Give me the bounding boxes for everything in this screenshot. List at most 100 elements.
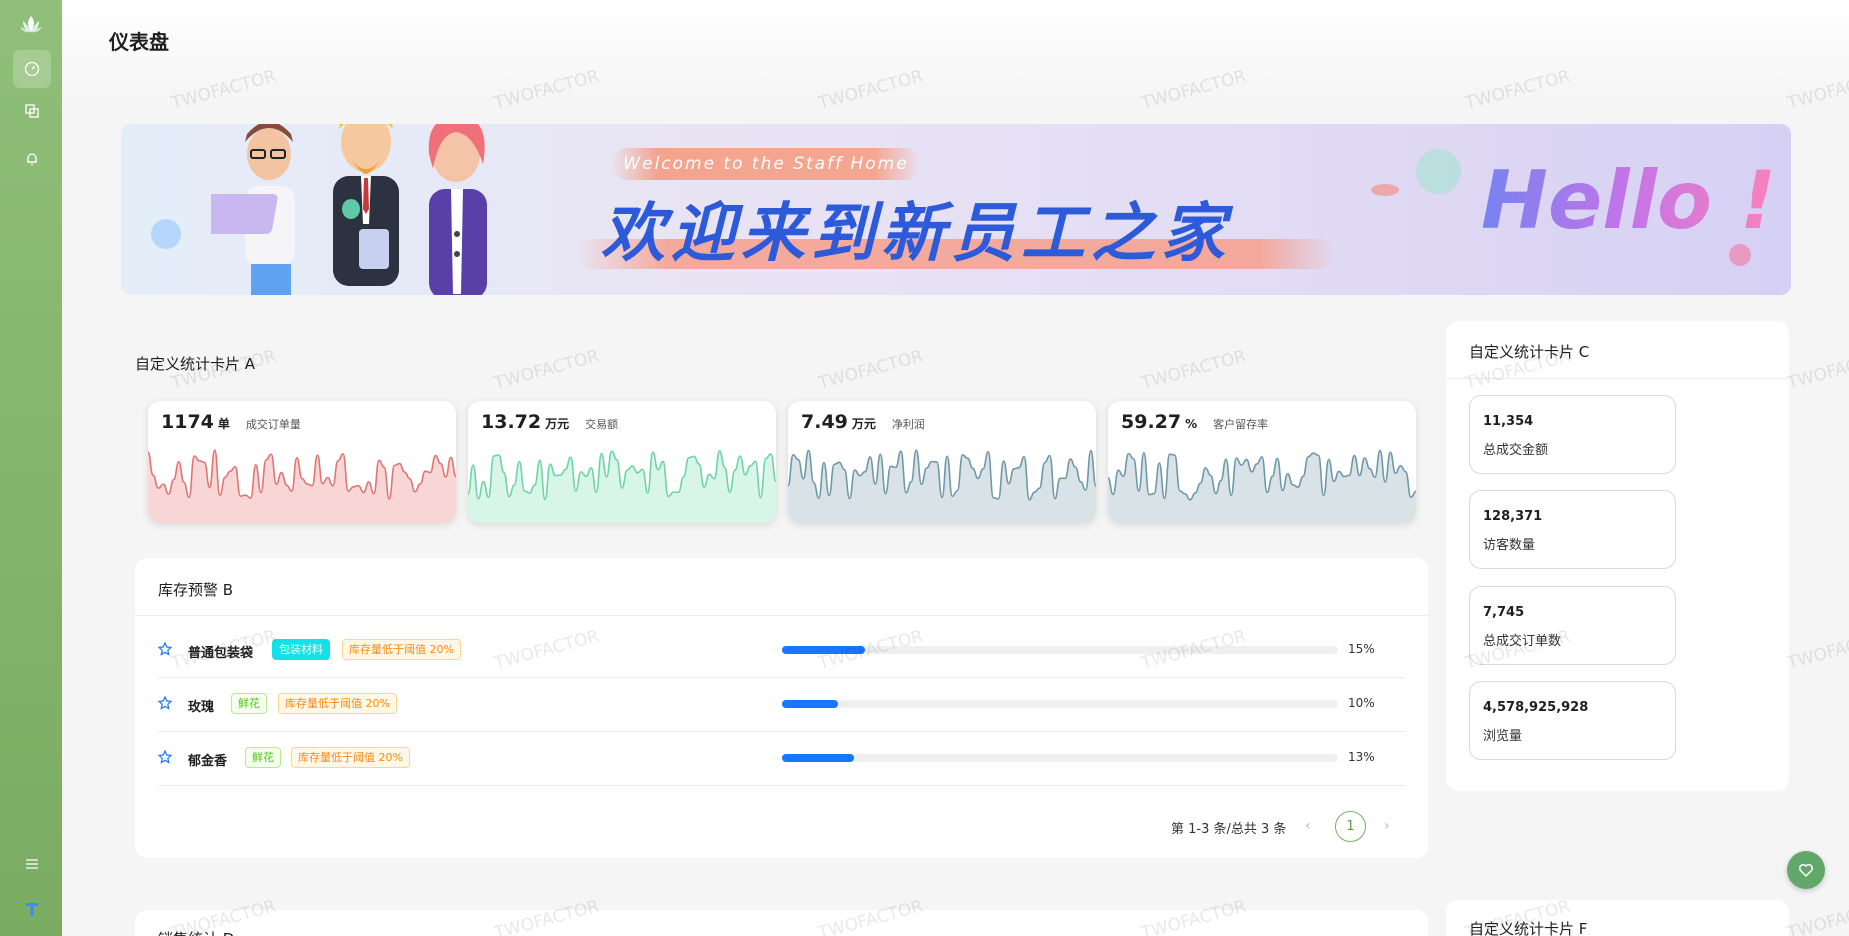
- pagination-prev-button[interactable]: ‹: [1305, 818, 1311, 834]
- card-c-title: 自定义统计卡片 C: [1469, 343, 1590, 361]
- sidebar: [0, 0, 62, 936]
- stat-label: 成交订单量: [245, 418, 301, 431]
- bell-icon: [27, 153, 37, 166]
- divider: [135, 615, 1428, 616]
- page-title: 仪表盘: [109, 30, 169, 54]
- decor-bubble: [1416, 149, 1461, 194]
- sparkline-area: [148, 450, 456, 523]
- gauge-icon: [24, 61, 40, 77]
- stat-label: 浏览量: [1483, 729, 1523, 744]
- warning-tag: 库存量低于阈值 20%: [291, 747, 410, 768]
- stock-name: 玫瑰: [188, 700, 215, 715]
- warning-tag: 库存量低于阈值 20%: [278, 693, 397, 714]
- stat-tile: 7,745 总成交订单数: [1469, 586, 1676, 665]
- stock-progress: [782, 646, 1338, 654]
- stat-label: 总成交金额: [1483, 443, 1549, 458]
- sparkline-area: [1108, 450, 1416, 523]
- banner-welcome-text: Welcome to the Staff Home: [611, 148, 921, 180]
- banner-title: 欢迎来到新员工之家: [601, 197, 1231, 271]
- pagination-summary: 第 1-3 条/总共 3 条: [1171, 822, 1287, 837]
- brand-t-icon: [26, 903, 38, 916]
- watermark-text: TWOFACTOR: [1785, 346, 1849, 394]
- stat-tile: 11,354 总成交金额: [1469, 395, 1676, 474]
- watermark-text: TWOFACTOR: [1785, 896, 1849, 936]
- category-tag: 鲜花: [245, 747, 281, 768]
- stat-unit: 单: [217, 417, 230, 431]
- pagination-next-button[interactable]: ›: [1384, 818, 1390, 834]
- stat-card: 7.49 万元 净利润: [788, 401, 1096, 523]
- stat-label: 总成交订单数: [1483, 634, 1562, 649]
- card-a-title: 自定义统计卡片 A: [135, 355, 256, 373]
- stat-value: 13.72: [481, 411, 542, 433]
- decor-bubble: [1371, 184, 1399, 196]
- stat-value: 128,371: [1483, 509, 1543, 524]
- stat-label: 交易额: [585, 418, 619, 431]
- stat-label: 访客数量: [1483, 538, 1536, 553]
- star-icon[interactable]: [158, 750, 172, 764]
- stat-value: 7,745: [1483, 605, 1525, 620]
- stat-card: 59.27% 客户留存率: [1108, 401, 1416, 523]
- stat-value: 4,578,925,928: [1483, 700, 1589, 715]
- category-tag: 包装材料: [272, 639, 330, 660]
- table-row: 玫瑰 鲜花 库存量低于阈值 20% 10%: [158, 678, 1405, 732]
- category-tag: 鲜花: [231, 693, 267, 714]
- sparkline: [1108, 449, 1416, 523]
- stat-unit: 万元: [851, 417, 876, 431]
- divider: [1446, 378, 1789, 379]
- sparkline: [468, 450, 776, 523]
- card-b-title: 库存预警 B: [158, 581, 234, 599]
- progress-percent: 10%: [1348, 696, 1375, 710]
- pagination-page-1[interactable]: 1: [1335, 811, 1366, 842]
- heart-icon: [1798, 863, 1814, 878]
- sparkline-area: [468, 450, 776, 523]
- stat-unit: %: [1185, 417, 1198, 431]
- menu-icon: [26, 859, 38, 869]
- decor-bubble: [151, 219, 181, 249]
- sidebar-item-components[interactable]: [13, 92, 51, 130]
- stat-header: 13.72 万元 交易额: [481, 411, 618, 433]
- progress-fill: [782, 646, 866, 654]
- progress-percent: 13%: [1348, 750, 1375, 764]
- watermark-text: TWOFACTOR: [1785, 626, 1849, 674]
- sparkline: [148, 449, 456, 523]
- stat-label: 客户留存率: [1213, 418, 1269, 431]
- stock-progress: [782, 700, 1338, 708]
- header-bar: [62, 0, 1849, 100]
- stat-card: 13.72 万元 交易额: [468, 401, 776, 523]
- stat-unit: 万元: [545, 417, 570, 431]
- table-row: 郁金香 鲜花 库存量低于阈值 20% 13%: [158, 732, 1405, 786]
- stock-name: 普通包装袋: [188, 646, 254, 661]
- stat-card: 1174 单 成交订单量: [148, 401, 456, 523]
- stat-value: 7.49: [801, 411, 848, 433]
- progress-percent: 15%: [1348, 642, 1375, 656]
- staff-illustration: [211, 124, 487, 295]
- lotus-logo-icon[interactable]: [17, 12, 45, 40]
- stat-header: 59.27% 客户留存率: [1121, 411, 1268, 433]
- sidebar-item-notifications[interactable]: [13, 140, 51, 178]
- brand-t-button[interactable]: [13, 890, 51, 928]
- banner-hello: Hello !: [1481, 154, 1777, 247]
- copy-icon: [25, 104, 39, 118]
- sparkline: [788, 449, 1096, 523]
- warning-tag: 库存量低于阈值 20%: [342, 639, 461, 660]
- favorite-fab-button[interactable]: [1787, 851, 1825, 889]
- sidebar-item-dashboard[interactable]: [13, 50, 51, 88]
- star-icon[interactable]: [158, 642, 172, 656]
- stock-progress: [782, 754, 1338, 762]
- card-f-title: 自定义统计卡片 F: [1469, 920, 1588, 936]
- welcome-banner: Welcome to the Staff Home 欢迎来到新员工之家 Hell…: [121, 124, 1791, 295]
- stat-value: 59.27: [1121, 411, 1182, 433]
- table-row: 普通包装袋 包装材料 库存量低于阈值 20% 15%: [158, 624, 1405, 678]
- menu-toggle-button[interactable]: [13, 845, 51, 883]
- stat-label: 净利润: [891, 418, 925, 431]
- card-d: [135, 910, 1428, 936]
- card-d-title: 销售统计 D: [158, 928, 234, 936]
- star-icon[interactable]: [158, 696, 172, 710]
- sparkline-area: [788, 450, 1096, 523]
- stat-tile: 4,578,925,928 浏览量: [1469, 681, 1676, 760]
- stat-tile: 128,371 访客数量: [1469, 490, 1676, 569]
- stat-value: 1174: [161, 411, 214, 433]
- stat-header: 7.49 万元 净利润: [801, 411, 925, 433]
- stat-header: 1174 单 成交订单量: [161, 411, 301, 433]
- decor-bubble: [1729, 244, 1751, 266]
